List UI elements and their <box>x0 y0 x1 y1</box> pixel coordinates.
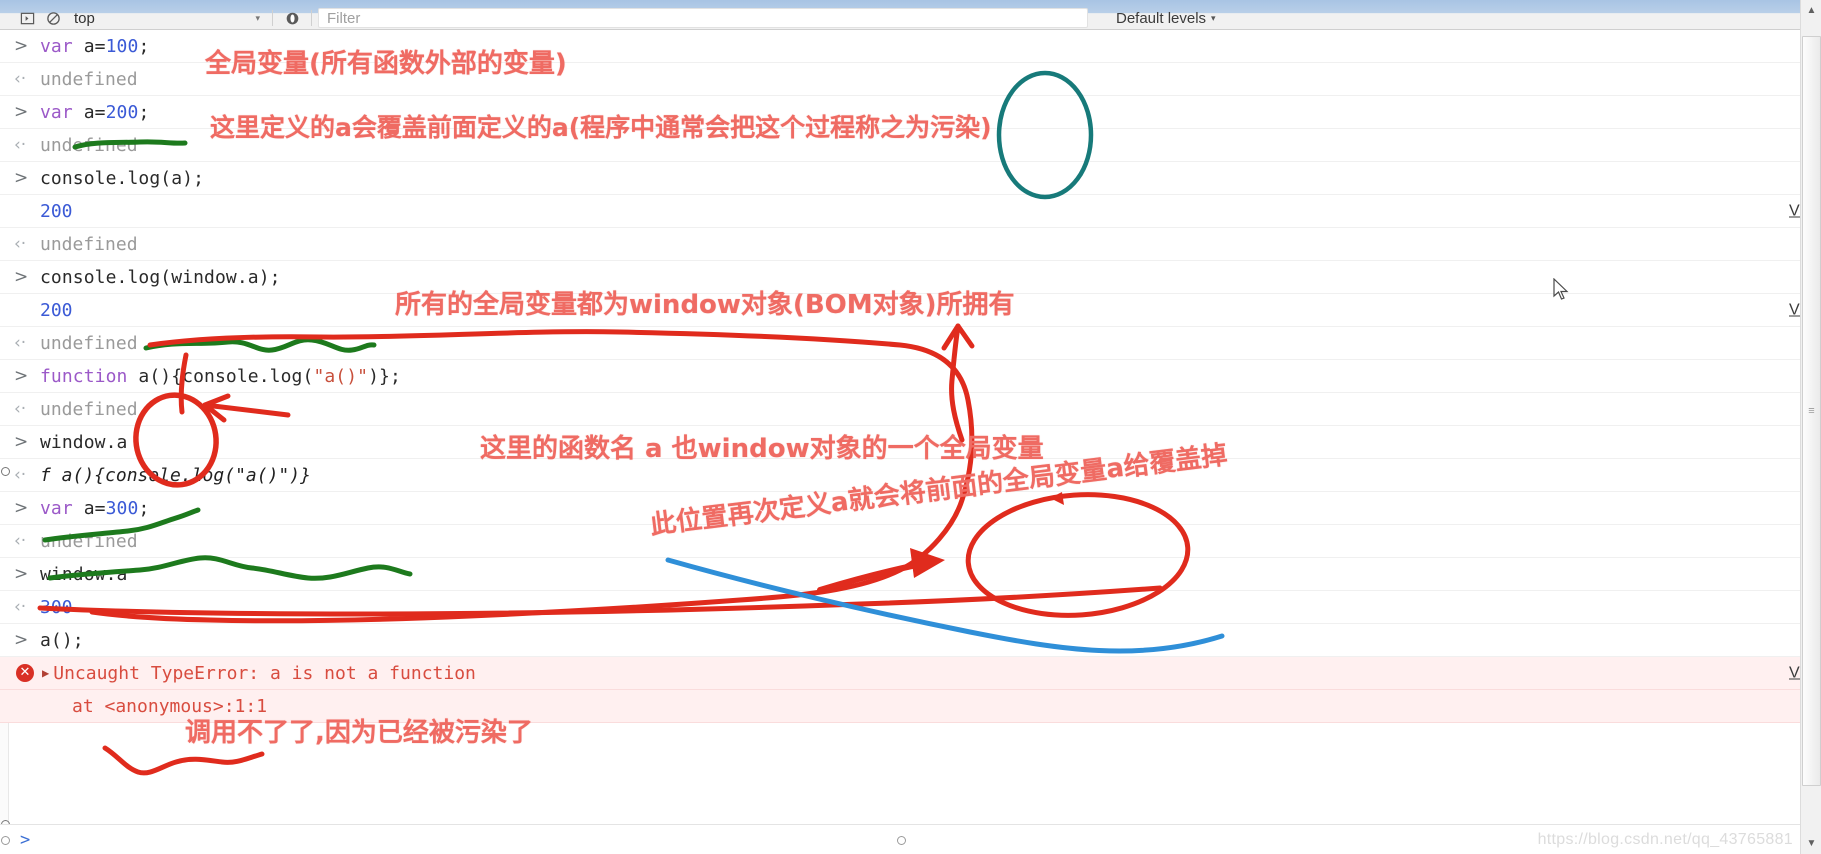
chevron-down-icon: ▾ <box>255 12 260 23</box>
console-input-expression: var a=200; <box>40 101 150 123</box>
console-input-expression: console.log(window.a); <box>40 266 281 288</box>
error-badge-icon: ✕ <box>16 664 34 682</box>
console-row-out[interactable]: ‹· undefined <box>0 228 1821 261</box>
output-arrow-icon: ‹· <box>14 332 27 353</box>
console-row-out[interactable]: ‹· undefined <box>0 327 1821 360</box>
error-stack-line: at <anonymous>:1:1 <box>72 695 268 717</box>
output-arrow-icon: ‹· <box>14 596 27 617</box>
console-row-log[interactable]: 200VM <box>0 195 1821 228</box>
console-output-value: undefined <box>40 233 138 255</box>
console-output-value: 300 <box>40 596 73 618</box>
console-input-expression: console.log(a); <box>40 167 205 189</box>
inspect-panel-icon[interactable] <box>14 7 40 29</box>
expand-triangle-icon[interactable]: ▶ <box>42 657 49 690</box>
input-arrow-icon: > <box>14 365 29 386</box>
console-input-expression: var a=100; <box>40 35 150 57</box>
toolbar-divider-2 <box>311 10 312 26</box>
output-arrow-icon: ‹· <box>14 530 27 551</box>
chevron-down-icon-2: ▾ <box>1211 12 1216 23</box>
console-output-value: undefined <box>40 530 138 552</box>
scroll-down-arrow-icon[interactable]: ▼ <box>1801 833 1821 854</box>
prompt-marker-icon <box>1 836 10 845</box>
error-message: Uncaught TypeError: a is not a function <box>53 662 476 684</box>
console-row-out[interactable]: ‹· undefined <box>0 393 1821 426</box>
vertical-scrollbar[interactable]: ▲ ≡ ▼ <box>1800 0 1821 854</box>
console-message-list[interactable]: > var a=100; ‹· undefined > var a=200; ‹· undef… <box>0 30 1821 824</box>
clear-console-icon[interactable] <box>40 7 66 29</box>
console-row-log[interactable]: 200VM <box>0 294 1821 327</box>
execution-context-value: top <box>74 9 95 27</box>
filter-input[interactable]: Filter <box>318 8 1088 28</box>
output-arrow-icon: ‹· <box>14 464 27 485</box>
console-input-expression: var a=300; <box>40 497 150 519</box>
scroll-up-arrow-icon[interactable]: ▲ <box>1801 0 1821 21</box>
console-row-input[interactable]: > window.a <box>0 558 1821 591</box>
console-row-input[interactable]: > console.log(window.a); <box>0 261 1821 294</box>
console-row-out[interactable]: ‹· undefined <box>0 63 1821 96</box>
scrollbar-grip-icon: ≡ <box>1808 405 1815 417</box>
log-level-select[interactable]: Default levels ▾ <box>1116 10 1216 27</box>
output-arrow-icon: ‹· <box>14 134 27 155</box>
console-output-value: f a(){console.log("a()")} <box>40 464 311 486</box>
mouse-cursor-icon <box>1553 278 1569 300</box>
console-toolbar: top ▾ Filter Default levels ▾ <box>0 0 1821 30</box>
input-arrow-icon: > <box>14 431 29 452</box>
watermark: https://blog.csdn.net/qq_43765881 <box>1537 830 1793 848</box>
console-output-value: undefined <box>40 332 138 354</box>
console-input-expression: function a(){console.log("a()")}; <box>40 365 401 387</box>
console-output-value: undefined <box>40 134 138 156</box>
console-output-value: undefined <box>40 68 138 90</box>
console-row-out[interactable]: ‹· undefined <box>0 525 1821 558</box>
output-arrow-icon: ‹· <box>14 68 27 89</box>
input-arrow-icon: > <box>14 497 29 518</box>
execution-context-select[interactable]: top ▾ <box>66 8 266 28</box>
console-row-error[interactable]: ✕ ▶ Uncaught TypeError: a is not a functio… <box>0 657 1821 690</box>
scrollbar-thumb[interactable]: ≡ <box>1802 36 1821 786</box>
console-input-expression: window.a <box>40 563 128 585</box>
console-row-input[interactable]: > var a=200; <box>0 96 1821 129</box>
log-level-label: Default levels <box>1116 9 1207 27</box>
input-arrow-icon: > <box>14 629 29 650</box>
filter-placeholder: Filter <box>327 9 361 27</box>
input-arrow-icon: > <box>14 563 29 584</box>
console-row-input[interactable]: > console.log(a); <box>0 162 1821 195</box>
output-arrow-icon: ‹· <box>14 398 27 419</box>
input-arrow-icon: > <box>14 35 29 56</box>
console-output-value: 200 <box>40 299 73 321</box>
console-row-input[interactable]: > a(); <box>0 624 1821 657</box>
console-row-out[interactable]: ‹· 300 <box>0 591 1821 624</box>
gutter-marker-icon-1 <box>1 467 10 476</box>
console-row-error2[interactable]: at <anonymous>:1:1 <box>0 690 1821 723</box>
input-arrow-icon: > <box>14 266 29 287</box>
toolbar-divider <box>272 10 273 26</box>
console-prompt[interactable]: > https://blog.csdn.net/qq_43765881 <box>0 824 1821 854</box>
console-output-value: undefined <box>40 398 138 420</box>
output-arrow-icon: ‹· <box>14 233 27 254</box>
console-row-input[interactable]: > window.a <box>0 426 1821 459</box>
prompt-arrow-icon: > <box>20 829 31 850</box>
console-row-input[interactable]: > var a=100; <box>0 30 1821 63</box>
console-input-expression: a(); <box>40 629 84 651</box>
console-row-out[interactable]: ‹· undefined <box>0 129 1821 162</box>
console-row-input[interactable]: > var a=300; <box>0 492 1821 525</box>
console-output-value: 200 <box>40 200 73 222</box>
input-arrow-icon: > <box>14 167 29 188</box>
input-arrow-icon: > <box>14 101 29 122</box>
secondary-marker-icon <box>897 836 906 845</box>
eye-icon[interactable] <box>279 7 305 29</box>
console-input-expression: window.a <box>40 431 128 453</box>
console-row-out[interactable]: ‹· f a(){console.log("a()")} <box>0 459 1821 492</box>
console-row-input[interactable]: > function a(){console.log("a()")}; <box>0 360 1821 393</box>
